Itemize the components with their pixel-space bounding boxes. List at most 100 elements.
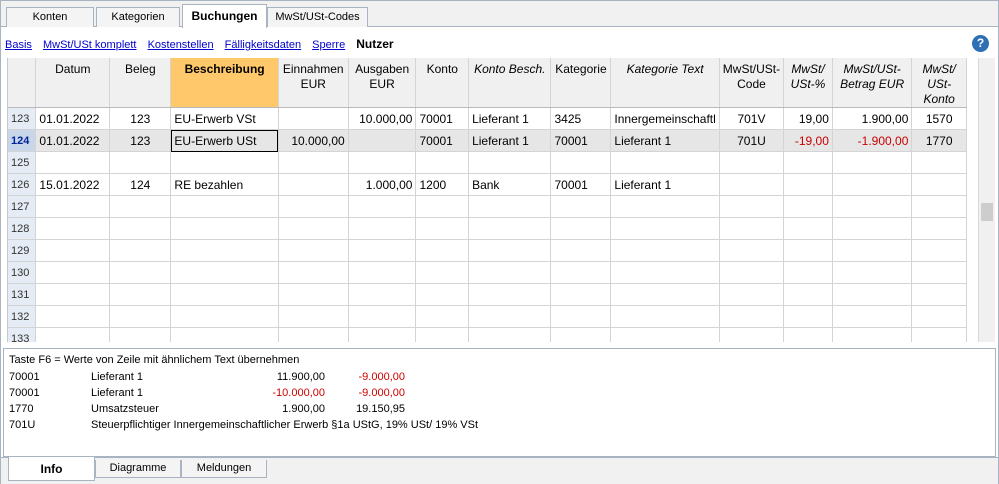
cell-ausgaben[interactable]: 10.000,00 — [348, 107, 417, 130]
cell-beschreibung[interactable]: EU-Erwerb USt — [170, 129, 279, 152]
cell-ausgaben[interactable] — [348, 151, 417, 174]
tab-diagramme[interactable]: Diagramme — [95, 460, 181, 478]
col-beschreibung[interactable]: Beschreibung — [170, 58, 279, 108]
col-kategorie[interactable]: Kategorie — [550, 58, 612, 108]
cell-einnahmen[interactable] — [278, 283, 349, 306]
cell-konto-besch[interactable] — [468, 217, 552, 240]
cell-konto-besch[interactable] — [468, 327, 552, 342]
row-number[interactable]: 129 — [8, 239, 37, 262]
cell-konto-besch[interactable] — [468, 239, 552, 262]
cell-mwst-pct[interactable] — [783, 173, 833, 196]
cell-beschreibung[interactable] — [170, 261, 279, 284]
col-mwst-konto[interactable]: MwSt/ USt-Konto — [911, 58, 967, 108]
cell-ausgaben[interactable] — [348, 261, 417, 284]
cell-kategorie[interactable] — [550, 283, 612, 306]
cell-datum[interactable] — [35, 217, 111, 240]
table-row[interactable]: 126 15.01.2022 124 RE bezahlen 1.000,00 1200 B… — [8, 173, 967, 196]
table-row[interactable]: 125 — [8, 151, 967, 174]
cell-beleg[interactable] — [109, 151, 172, 174]
col-konto[interactable]: Konto — [415, 58, 470, 108]
cell-ausgaben[interactable] — [348, 195, 417, 218]
table-row[interactable]: 133 — [8, 327, 967, 342]
cell-beleg[interactable] — [109, 305, 172, 328]
cell-mwst-konto[interactable] — [911, 195, 967, 218]
cell-beleg[interactable]: 124 — [109, 173, 172, 196]
row-number[interactable]: 133 — [8, 327, 37, 342]
cell-datum[interactable] — [35, 283, 111, 306]
cell-mwst-code[interactable]: 701U — [719, 129, 785, 152]
cell-mwst-betrag[interactable] — [832, 151, 913, 174]
cell-mwst-konto[interactable] — [911, 173, 967, 196]
cell-einnahmen[interactable] — [278, 151, 349, 174]
table-row[interactable]: 131 — [8, 283, 967, 306]
cell-kategorie[interactable] — [550, 305, 612, 328]
cell-datum[interactable]: 01.01.2022 — [35, 129, 111, 152]
cell-datum[interactable]: 15.01.2022 — [35, 173, 111, 196]
cell-beschreibung[interactable] — [170, 283, 279, 306]
cell-mwst-code[interactable] — [719, 261, 785, 284]
cell-ausgaben[interactable] — [348, 305, 417, 328]
cell-mwst-pct[interactable] — [783, 217, 833, 240]
cell-kategorie[interactable] — [550, 327, 612, 342]
cell-konto-besch[interactable] — [468, 305, 552, 328]
cell-einnahmen[interactable] — [278, 217, 349, 240]
cell-datum[interactable] — [35, 151, 111, 174]
cell-ausgaben[interactable] — [348, 239, 417, 262]
cell-datum[interactable]: 01.01.2022 — [35, 107, 111, 130]
cell-einnahmen[interactable] — [278, 195, 349, 218]
cell-kategorie-text[interactable] — [610, 195, 720, 218]
cell-kategorie-text[interactable] — [610, 239, 720, 262]
cell-mwst-konto[interactable] — [911, 283, 967, 306]
cell-beleg[interactable] — [109, 261, 172, 284]
view-faelligkeitsdaten[interactable]: Fälligkeitsdaten — [225, 39, 301, 51]
tab-mwst-codes[interactable]: MwSt/USt-Codes — [267, 7, 368, 27]
table-row[interactable]: 132 — [8, 305, 967, 328]
cell-mwst-betrag[interactable] — [832, 195, 913, 218]
cell-kategorie-text[interactable] — [610, 327, 720, 342]
cell-konto-besch[interactable]: Lieferant 1 — [468, 129, 552, 152]
cell-konto[interactable]: 1200 — [415, 173, 470, 196]
cell-beleg[interactable]: 123 — [109, 129, 172, 152]
table-row[interactable]: 130 — [8, 261, 967, 284]
cell-mwst-pct[interactable]: 19,00 — [783, 107, 833, 130]
vertical-scrollbar[interactable] — [978, 58, 995, 342]
row-number[interactable]: 130 — [8, 261, 37, 284]
cell-kategorie-text[interactable] — [610, 151, 720, 174]
cell-mwst-betrag[interactable] — [832, 173, 913, 196]
cell-konto[interactable] — [415, 195, 470, 218]
cell-beleg[interactable] — [109, 217, 172, 240]
col-ausgaben[interactable]: Ausgaben EUR — [348, 58, 417, 108]
cell-einnahmen[interactable] — [278, 261, 349, 284]
cell-konto[interactable] — [415, 283, 470, 306]
row-number[interactable]: 126 — [8, 173, 37, 196]
row-number[interactable]: 123 — [8, 107, 37, 130]
cell-konto-besch[interactable] — [468, 261, 552, 284]
cell-einnahmen[interactable] — [278, 107, 349, 130]
cell-kategorie[interactable] — [550, 195, 612, 218]
table-row[interactable]: 127 — [8, 195, 967, 218]
cell-datum[interactable] — [35, 327, 111, 342]
tab-buchungen[interactable]: Buchungen — [182, 4, 267, 28]
cell-mwst-pct[interactable] — [783, 305, 833, 328]
cell-beschreibung[interactable]: RE bezahlen — [170, 173, 279, 196]
cell-konto-besch[interactable] — [468, 283, 552, 306]
cell-konto[interactable] — [415, 151, 470, 174]
cell-ausgaben[interactable] — [348, 327, 417, 342]
row-number[interactable]: 132 — [8, 305, 37, 328]
table-row[interactable]: 123 01.01.2022 123 EU-Erwerb VSt 10.000,00 70… — [8, 107, 967, 130]
view-mwst-komplett[interactable]: MwSt/USt komplett — [43, 39, 137, 51]
cell-mwst-betrag[interactable]: 1.900,00 — [832, 107, 913, 130]
table-row[interactable]: 129 — [8, 239, 967, 262]
help-icon[interactable]: ? — [972, 35, 989, 52]
cell-mwst-betrag[interactable]: -1.900,00 — [832, 129, 913, 152]
table-row[interactable]: 128 — [8, 217, 967, 240]
col-konto-besch[interactable]: Konto Besch. — [468, 58, 552, 108]
cell-mwst-konto[interactable] — [911, 151, 967, 174]
cell-ausgaben[interactable]: 1.000,00 — [348, 173, 417, 196]
cell-mwst-konto[interactable] — [911, 217, 967, 240]
cell-mwst-code[interactable] — [719, 217, 785, 240]
cell-einnahmen[interactable]: 10.000,00 — [278, 129, 349, 152]
col-kategorie-text[interactable]: Kategorie Text — [610, 58, 720, 108]
row-number[interactable]: 128 — [8, 217, 37, 240]
cell-konto[interactable] — [415, 261, 470, 284]
